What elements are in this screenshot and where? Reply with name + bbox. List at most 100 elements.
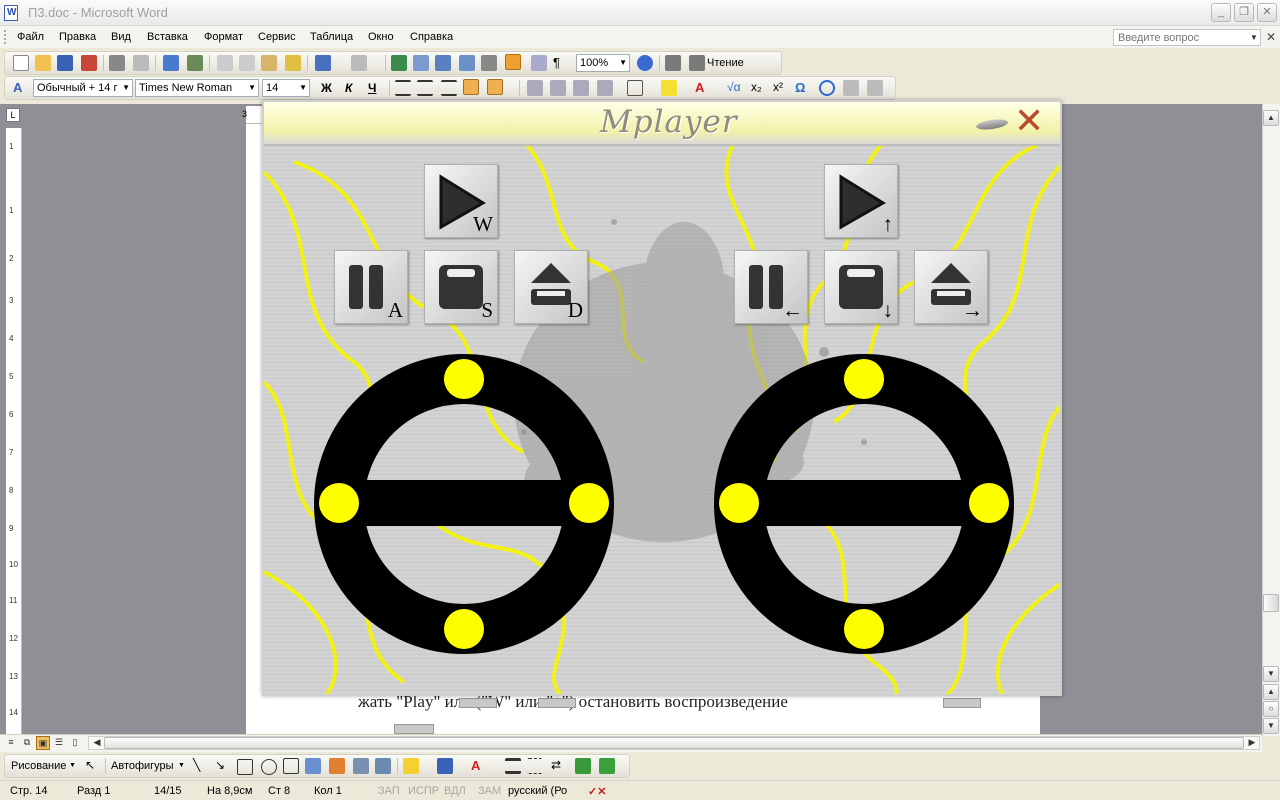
insert-excel-icon[interactable] [459,55,475,71]
menu-insert[interactable]: Вставка [147,31,188,43]
hyperlink-icon[interactable] [391,55,407,71]
scroll-left-icon[interactable]: ◀ [90,736,104,750]
menu-view[interactable]: Вид [111,31,131,43]
show-marks-icon[interactable]: ¶ [553,55,569,71]
format-painter-icon[interactable] [285,55,301,71]
subscript-icon[interactable]: x₂ [751,80,767,96]
help-icon[interactable] [637,55,653,71]
word-doc-icon[interactable] [4,5,18,21]
minimize-icon[interactable] [975,117,1009,132]
zoom-select[interactable]: 100% ▼ [576,54,630,72]
line-style-icon[interactable] [505,758,521,774]
next-page-icon[interactable]: ▼ [1263,718,1279,734]
play-button-2[interactable]: ↑ [824,164,898,238]
textbox-icon[interactable] [283,758,299,774]
line-icon[interactable]: ╲ [193,758,209,774]
status-record[interactable]: ЗАП [378,785,400,797]
joystick-1[interactable] [312,352,618,658]
spelling-status-icon[interactable]: ✓✕ [588,785,606,798]
mplayer-titlebar[interactable]: Mplayer ✕ [264,102,1060,146]
menu-window[interactable]: Окно [368,31,394,43]
3d-icon[interactable] [599,758,615,774]
outline-view-icon[interactable]: ☰ [52,736,66,750]
justify-icon[interactable] [463,79,479,95]
question-input[interactable]: Введите вопрос [1113,29,1261,46]
picture-icon[interactable] [375,758,391,774]
joystick-right-dot[interactable] [969,483,1009,523]
print-preview-icon[interactable] [133,55,149,71]
print-layout-icon[interactable]: ▣ [36,736,50,750]
insert-table-icon[interactable] [435,55,451,71]
open-folder-icon[interactable] [35,55,51,71]
omega-icon[interactable]: Ω [795,80,811,96]
chevron-down-icon[interactable]: ▼ [69,762,76,769]
status-extend[interactable]: ВДЛ [444,785,466,797]
save-icon[interactable] [57,55,73,71]
fill-icon[interactable] [843,80,859,96]
prev-page-icon[interactable]: ▲ [1263,684,1279,700]
wordart-icon[interactable] [305,758,321,774]
line-spacing-icon[interactable] [487,79,503,95]
line-color-icon[interactable] [437,758,453,774]
web-view-icon[interactable]: ⧉ [20,736,34,750]
reading-button[interactable]: Чтение [707,57,744,69]
styles-icon[interactable]: A [13,80,29,96]
paste-icon[interactable] [261,55,277,71]
numbering-icon[interactable] [527,80,543,96]
status-track[interactable]: ИСПР [408,785,439,797]
new-document-icon[interactable] [13,55,29,71]
arrow-icon[interactable]: ↘ [215,758,231,774]
redo-icon[interactable] [351,55,367,71]
sort-icon[interactable] [665,55,681,71]
increase-indent-icon[interactable] [597,80,613,96]
cut-icon[interactable] [217,55,233,71]
copy-icon[interactable] [239,55,255,71]
tab-selector[interactable]: L [6,108,20,122]
joystick-up-dot[interactable] [444,359,484,399]
document-map-icon[interactable] [531,55,547,71]
font-color-icon[interactable]: A [695,80,711,96]
select-objects-icon[interactable]: ↖ [85,758,101,774]
diagram-icon[interactable] [329,758,345,774]
chevron-down-icon[interactable]: ▼ [1250,33,1258,42]
stop-button-1[interactable]: S [424,250,498,324]
dash-style-icon[interactable] [527,758,543,774]
text-color-icon[interactable]: A [471,758,487,774]
menu-format[interactable]: Формат [204,31,243,43]
highlight-icon[interactable] [661,80,677,96]
chevron-down-icon[interactable]: ▼ [178,762,185,769]
status-overtype[interactable]: ЗАМ [478,785,501,797]
minimize-button[interactable]: _ [1211,3,1231,22]
autoshapes-menu[interactable]: Автофигуры [111,760,174,772]
menu-tools[interactable]: Сервис [258,31,296,43]
status-language[interactable]: русский (Ро [508,785,567,797]
menu-grip[interactable] [4,30,7,44]
tables-borders-icon[interactable] [413,55,429,71]
draw-table-icon[interactable] [867,80,883,96]
reading-view-icon[interactable]: ▯ [68,736,82,750]
close-button[interactable]: ✕ [1257,3,1277,22]
joystick-right-dot[interactable] [569,483,609,523]
undo-icon[interactable] [315,55,331,71]
stop-button-2[interactable]: ↓ [824,250,898,324]
shadow-icon[interactable] [575,758,591,774]
mplayer-window[interactable]: Mplayer ✕ W A S D ↑ ← ↓ → [262,100,1062,696]
font-size-select[interactable]: 14 ▼ [262,79,310,97]
joystick-2[interactable] [712,352,1018,658]
permission-icon[interactable] [81,55,97,71]
spelling-icon[interactable] [163,55,179,71]
horizontal-scroll-thumb[interactable] [104,737,1244,749]
bullets-icon[interactable] [550,80,566,96]
scroll-up-icon[interactable]: ▲ [1263,110,1279,126]
restore-button[interactable]: ❐ [1234,3,1254,22]
menu-table[interactable]: Таблица [310,31,353,43]
scroll-down-icon[interactable]: ▼ [1263,666,1279,682]
borders-icon[interactable] [627,80,643,96]
joystick-up-dot[interactable] [844,359,884,399]
oval-icon[interactable] [261,759,277,775]
underline-button[interactable]: Ч [368,81,376,95]
research-icon[interactable] [187,55,203,71]
font-select[interactable]: Times New Roman ▼ [135,79,259,97]
vertical-ruler[interactable]: 1 1 2 3 4 5 6 7 8 9 10 11 12 13 14 [6,128,22,734]
bold-button[interactable]: Ж [321,81,332,95]
